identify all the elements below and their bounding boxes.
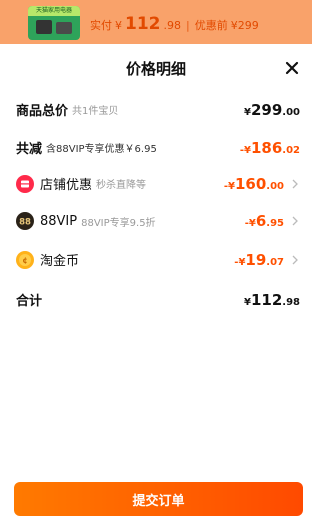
row-label: 淘金币 — [40, 254, 80, 269]
row-label: 合计 — [16, 294, 43, 309]
thumbnail-banner: 天猫家用电器 — [28, 6, 80, 16]
chevron-right-icon — [292, 179, 298, 188]
row-amount: -¥ 186.02 — [240, 139, 300, 157]
row-sub: 88VIP专享9.5折 — [81, 217, 156, 229]
paid-label: 实付 — [90, 19, 112, 32]
row-sub: 秒杀直降等 — [96, 180, 147, 191]
price-detail-sheet: 价格明细 商品总价 共1件宝贝 ¥299.00 共减 含88VIP专享优惠￥6.… — [0, 44, 312, 526]
amount-dec: .02 — [282, 144, 300, 156]
amount-currency: ¥ — [244, 296, 251, 308]
row-total-discount: 共减 含88VIP专享优惠￥6.95 -¥ 186.02 — [16, 138, 300, 158]
order-summary-strip: 天猫家用电器 实付 ¥ 112.98 | 优惠前 ¥299 — [0, 0, 312, 44]
amount-currency: -¥ — [239, 144, 251, 156]
store-coupon-icon — [16, 174, 34, 193]
svg-text:¢: ¢ — [22, 256, 27, 265]
amount-int: 186 — [250, 138, 283, 157]
row-amount: ¥112.98 — [244, 291, 300, 309]
submit-order-button[interactable]: 提交订单 — [14, 482, 303, 516]
row-amount: -¥ 160.00 — [224, 175, 284, 193]
amount-dec: .07 — [266, 256, 284, 268]
amount-currency: ¥ — [244, 106, 251, 118]
paid-amount-int: 112 — [125, 14, 161, 34]
before-discount-label: 优惠前 — [194, 19, 228, 32]
thumbnail-device-1 — [36, 20, 52, 34]
row-grand-total: 合计 ¥112.98 — [16, 290, 300, 310]
row-label: 88VIP — [40, 213, 78, 229]
row-amount: ¥299.00 — [244, 101, 300, 119]
row-label: 共减 — [16, 142, 43, 157]
paid-amount-dec: .98 — [163, 19, 182, 32]
row-88vip[interactable]: 88 88VIP 88VIP专享9.5折 -¥ 6.95 — [16, 212, 300, 230]
amount-dec: .98 — [282, 296, 300, 308]
thumbnail-device-2 — [56, 22, 72, 34]
paid-currency: ¥ — [115, 19, 122, 32]
chevron-right-icon — [292, 216, 298, 226]
svg-text:88: 88 — [19, 217, 31, 227]
row-store-discount[interactable]: 店铺优惠 秒杀直降等 -¥ 160.00 — [16, 174, 300, 193]
amount-currency: -¥ — [234, 256, 246, 268]
amount-dec: .95 — [266, 218, 284, 229]
row-label: 商品总价 — [16, 104, 69, 119]
amount-currency: -¥ — [223, 180, 235, 192]
sheet-title: 价格明细 — [125, 60, 186, 78]
amount-dec: .00 — [266, 180, 284, 192]
amount-int: 6 — [255, 212, 267, 230]
row-item-total: 商品总价 共1件宝贝 ¥299.00 — [16, 100, 300, 120]
amount-int: 112 — [250, 290, 283, 309]
product-thumbnail: 天猫家用电器 — [28, 6, 80, 40]
amount-dec: .00 — [282, 106, 300, 118]
amount-int: 160 — [234, 174, 267, 193]
vip-88-icon: 88 — [16, 212, 34, 230]
before-discount-price: ¥299 — [230, 19, 259, 32]
row-sub: 含88VIP专享优惠￥6.95 — [46, 144, 157, 155]
summary-separator: | — [186, 19, 190, 32]
row-label: 店铺优惠 — [40, 178, 93, 193]
amount-currency: -¥ — [244, 218, 256, 229]
row-amount: -¥ 6.95 — [245, 212, 284, 230]
row-amount: -¥ 19.07 — [234, 251, 284, 269]
paid-summary: 实付 ¥ 112.98 | 优惠前 ¥299 — [90, 14, 259, 34]
chevron-right-icon — [292, 255, 298, 264]
close-icon[interactable] — [282, 58, 302, 78]
taojinbi-coin-icon: ¢ — [16, 250, 34, 269]
amount-int: 299 — [250, 100, 283, 119]
row-sub: 共1件宝贝 — [72, 106, 119, 117]
row-taojinbi[interactable]: ¢ 淘金币 -¥ 19.07 — [16, 250, 300, 269]
amount-int: 19 — [245, 250, 267, 269]
